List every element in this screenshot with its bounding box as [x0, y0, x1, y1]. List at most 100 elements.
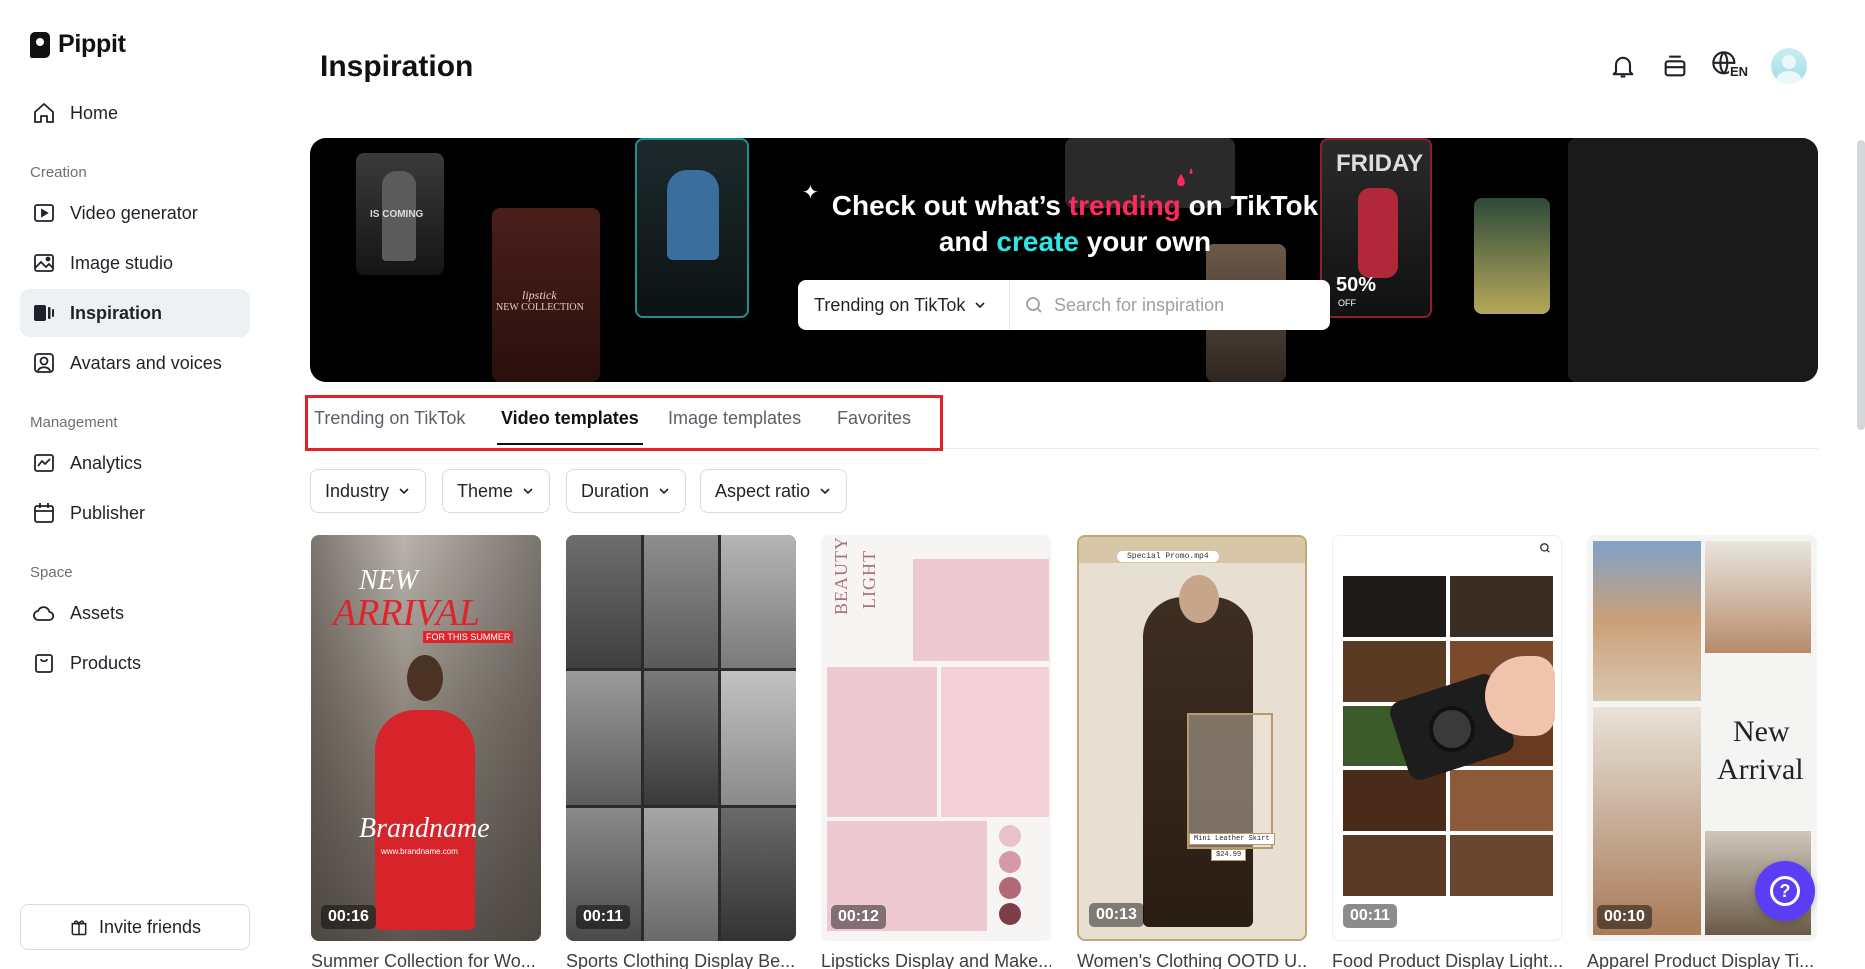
template-card[interactable]: NEW ARRIVAL FOR THIS SUMMER Brandname ww… [311, 535, 541, 969]
app-name: Pippit [58, 30, 126, 58]
duration-badge: 00:10 [1597, 905, 1652, 929]
tab-trending-on-tiktok[interactable]: Trending on TikTok [314, 408, 465, 443]
card-overlay-text: Brandname [359, 813, 490, 844]
card-overlay-text: Special Promo.mp4 [1117, 551, 1219, 562]
filter-duration[interactable]: Duration [566, 469, 687, 513]
card-overlay-text: New [1733, 715, 1790, 748]
tab-video-templates[interactable]: Video templates [497, 408, 643, 445]
template-title[interactable]: Lipsticks Display and Make... [821, 951, 1051, 969]
banner-card-text: lipstick [522, 288, 557, 302]
tab-image-templates[interactable]: Image templates [668, 408, 801, 443]
filter-label: Duration [581, 480, 650, 501]
card-overlay-text: $24.99 [1211, 849, 1247, 861]
sidebar-item-label: Image studio [70, 252, 174, 273]
duration-badge: 00:16 [321, 905, 376, 929]
question-icon: ? [1770, 876, 1800, 906]
filter-theme[interactable]: Theme [442, 469, 551, 513]
headline-trending: trending [1068, 190, 1181, 221]
banner-headline: Check out what’s trending on TikTok and … [310, 188, 1818, 260]
card-overlay-text: ARRIVAL [333, 592, 481, 634]
sidebar-item-video-generator[interactable]: Video generator [20, 189, 250, 237]
user-avatar[interactable] [1771, 48, 1807, 84]
duration-badge: 00:12 [831, 905, 886, 929]
gift-icon [71, 920, 87, 936]
template-thumbnail[interactable]: 00:11 [1332, 535, 1562, 941]
card-overlay-text: Arrival [1717, 753, 1804, 786]
search-input[interactable] [1054, 294, 1314, 316]
banner-card-edge [1568, 138, 1818, 382]
inspiration-search-bar: Trending on TikTok [798, 280, 1330, 330]
banner-card-text: OFF [1338, 298, 1356, 308]
queue-button[interactable] [1659, 50, 1691, 82]
filter-industry[interactable]: Industry [310, 469, 427, 513]
stack-icon [1664, 55, 1686, 77]
chevron-down-icon [659, 488, 669, 495]
sidebar-item-label: Home [70, 102, 119, 123]
sidebar-item-label: Analytics [70, 452, 143, 473]
template-thumbnail[interactable]: BEAUTY LIGHT 00:12 [821, 535, 1051, 941]
cloud-icon [33, 606, 55, 621]
template-title[interactable]: Food Product Display Light... [1332, 951, 1562, 969]
notifications-button[interactable] [1607, 50, 1639, 82]
search-icon [1540, 543, 1550, 553]
duration-badge: 00:11 [1343, 904, 1398, 928]
template-thumbnail[interactable]: 00:11 [566, 535, 796, 941]
sidebar-item-publisher[interactable]: Publisher [20, 489, 250, 537]
chevron-down-icon [523, 488, 533, 495]
inspiration-banner: IS COMING lipstick NEW COLLECTION FRIDAY… [310, 138, 1818, 382]
headline-text: your own [1078, 226, 1212, 257]
template-title[interactable]: Apparel Product Display Ti... [1587, 951, 1817, 969]
card-overlay-text: BEAUTY [831, 536, 851, 615]
sidebar-item-label: Inspiration [70, 302, 163, 323]
section-management: Management [30, 414, 118, 431]
template-card[interactable]: 00:11 Food Product Display Light... [1332, 535, 1562, 969]
filter-label: Aspect ratio [715, 480, 811, 501]
template-title[interactable]: Sports Clothing Display Be... [566, 951, 796, 969]
sidebar-item-assets[interactable]: Assets [20, 589, 250, 637]
home-icon [34, 103, 54, 123]
sidebar-item-avatars-voices[interactable]: Avatars and voices [20, 339, 250, 387]
filter-label: Industry [325, 480, 390, 501]
card-overlay-text: Mini Leather Skirt [1189, 833, 1275, 845]
sidebar-item-home[interactable]: Home [20, 89, 250, 137]
source-select-value: Trending on TikTok [814, 294, 966, 315]
sidebar-item-label: Publisher [70, 502, 146, 523]
pippit-logo[interactable]: Pippit [30, 30, 126, 59]
template-title[interactable]: Summer Collection for Wo... [311, 951, 541, 969]
source-select[interactable]: Trending on TikTok [798, 280, 1010, 330]
sidebar-item-inspiration[interactable]: Inspiration [20, 289, 250, 337]
template-card[interactable]: BEAUTY LIGHT 00:12 Lipsticks Display and… [821, 535, 1051, 969]
pippit-logo-icon [30, 31, 50, 58]
headline-text: on TikTok [1180, 190, 1319, 221]
duration-badge: 00:11 [576, 905, 631, 929]
template-card[interactable]: 00:11 Sports Clothing Display Be... [566, 535, 796, 969]
headline-text: and [938, 226, 997, 257]
template-title[interactable]: Women's Clothing OOTD U... [1077, 951, 1307, 969]
headline-create: create [996, 226, 1079, 257]
search-icon [1026, 297, 1042, 313]
template-card[interactable]: Special Promo.mp4 Mini Leather Skirt $24… [1077, 535, 1307, 969]
bell-icon [1612, 56, 1634, 78]
headline-text: Check out what’s [831, 190, 1069, 221]
bag-icon [35, 654, 53, 673]
analytics-icon [34, 454, 54, 472]
language-button[interactable]: EN [1711, 50, 1751, 82]
filter-label: Theme [457, 480, 514, 501]
chevron-down-icon [975, 302, 985, 309]
duration-badge: 00:13 [1089, 903, 1144, 927]
template-thumbnail[interactable]: Special Promo.mp4 Mini Leather Skirt $24… [1077, 535, 1307, 941]
help-button[interactable]: ? [1755, 861, 1815, 921]
tab-favorites[interactable]: Favorites [837, 408, 911, 443]
search-field [1010, 280, 1330, 330]
filter-aspect-ratio[interactable]: Aspect ratio [700, 469, 848, 513]
image-studio-icon [34, 254, 54, 272]
sidebar-item-image-studio[interactable]: Image studio [20, 239, 250, 287]
invite-friends-label: Invite friends [98, 916, 202, 937]
section-space: Space [30, 564, 73, 581]
template-thumbnail[interactable]: NEW ARRIVAL FOR THIS SUMMER Brandname ww… [311, 535, 541, 941]
invite-friends-button[interactable]: Invite friends [20, 904, 250, 950]
scrollbar[interactable] [1857, 140, 1865, 430]
sidebar-item-products[interactable]: Products [20, 639, 250, 687]
sidebar-item-analytics[interactable]: Analytics [20, 439, 250, 487]
card-overlay-text: FOR THIS SUMMER [423, 631, 514, 643]
